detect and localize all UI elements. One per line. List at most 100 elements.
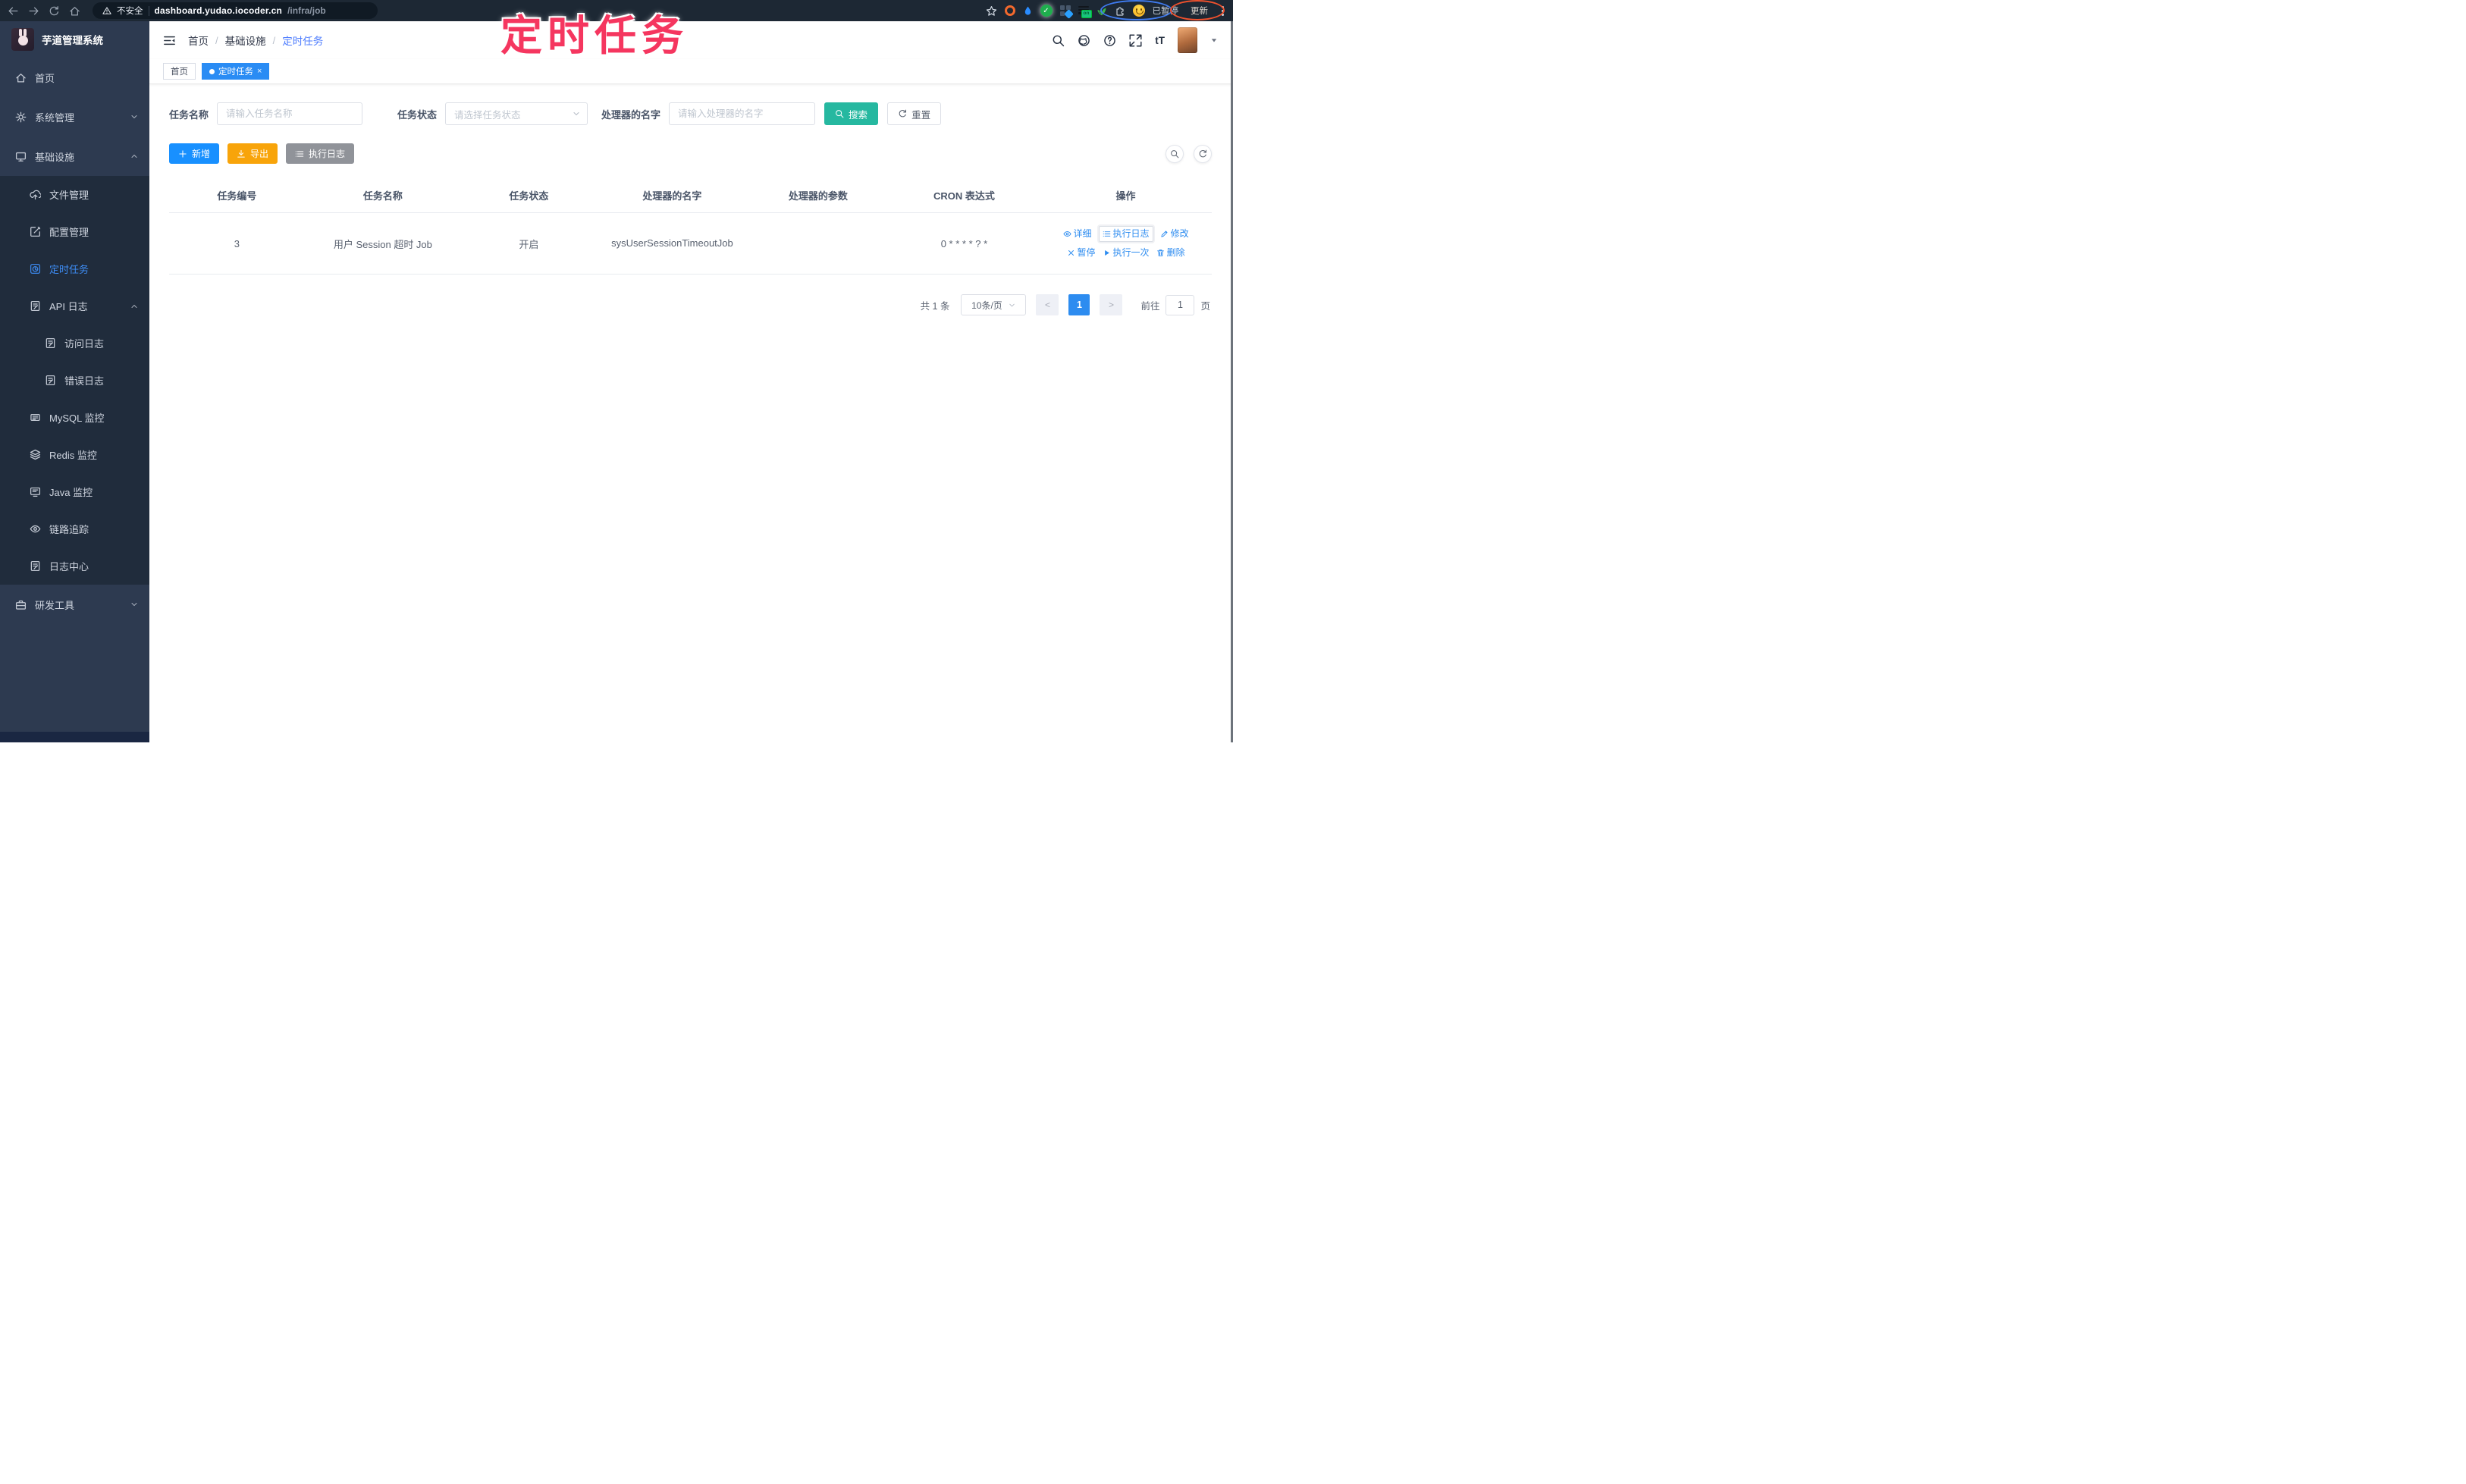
- chevron-up-icon: [130, 152, 139, 161]
- sidebar-item-error-log[interactable]: 错误日志: [0, 362, 149, 399]
- sidebar-item-api-log[interactable]: API 日志: [0, 287, 149, 325]
- reset-button[interactable]: 重置: [887, 102, 942, 125]
- goto-page-input[interactable]: [1166, 294, 1195, 315]
- sidebar-item-log-center[interactable]: 日志中心: [0, 547, 149, 585]
- sidebar-item-redis-monitor[interactable]: Redis 监控: [0, 436, 149, 473]
- extension-orange-icon[interactable]: [1004, 5, 1015, 16]
- extension-drop-icon[interactable]: [1023, 5, 1033, 16]
- paused-label: 已暂停: [1152, 7, 1179, 16]
- search-icon[interactable]: [1052, 34, 1065, 47]
- home-icon: [15, 72, 27, 83]
- user-avatar[interactable]: [1178, 27, 1197, 53]
- emoji-extension-icon[interactable]: [1132, 5, 1145, 17]
- job-status-select[interactable]: 请选择任务状态: [445, 102, 588, 125]
- cloud-upload-icon: [30, 189, 41, 200]
- browser-forward-icon[interactable]: [28, 5, 39, 17]
- add-button[interactable]: 新增: [169, 143, 220, 164]
- refresh-icon: [898, 109, 907, 118]
- table-toolbar-right: [1166, 144, 1212, 163]
- sidebar-item-file-mgmt[interactable]: 文件管理: [0, 176, 149, 213]
- address-bar[interactable]: 不安全 dashboard.yudao.iocoder.cn/infra/job: [93, 2, 378, 19]
- browser-home-icon[interactable]: [69, 5, 80, 17]
- browser-menu-icon[interactable]: [1222, 5, 1224, 16]
- sidebar-collapse-icon[interactable]: [163, 34, 176, 47]
- sidebar-item-label: 链路追踪: [49, 524, 89, 535]
- sidebar-item-access-log[interactable]: 访问日志: [0, 325, 149, 362]
- table-header-row: 任务编号 任务名称 任务状态 处理器的名字 处理器的参数 CRON 表达式 操作: [169, 179, 1212, 213]
- url-host: dashboard.yudao.iocoder.cn: [154, 5, 283, 16]
- app-logo[interactable]: 芋道管理系统: [0, 21, 149, 58]
- browser-update-button[interactable]: 更新: [1191, 5, 1208, 17]
- document-pencil-icon: [30, 560, 41, 572]
- col-job-name: 任务名称: [362, 190, 403, 202]
- run-once-link[interactable]: 执行一次: [1103, 243, 1150, 262]
- browser-back-icon[interactable]: [8, 5, 19, 17]
- page-number-current[interactable]: 1: [1068, 294, 1090, 315]
- close-icon[interactable]: ×: [257, 67, 262, 76]
- eye-icon: [1063, 230, 1071, 238]
- search-button[interactable]: 搜索: [824, 102, 879, 125]
- search-form: 任务名称 任务状态 请选择任务状态 处理器的名字 搜索 重置: [169, 102, 1212, 125]
- sidebar-item-java-monitor[interactable]: Java 监控: [0, 473, 149, 510]
- col-job-id: 任务编号: [217, 190, 257, 202]
- extension-on-badge-icon[interactable]: on: [1078, 5, 1092, 18]
- delete-link[interactable]: 删除: [1156, 243, 1185, 262]
- sidebar-item-dev-tools[interactable]: 研发工具: [0, 585, 149, 624]
- extension-green-check-icon[interactable]: ✓: [1040, 5, 1053, 17]
- breadcrumb-current: 定时任务: [282, 36, 324, 47]
- sidebar-item-system-mgmt[interactable]: 系统管理: [0, 97, 149, 136]
- gear-icon: [15, 111, 27, 123]
- extension-plant-icon[interactable]: [1097, 5, 1107, 16]
- browser-reload-icon[interactable]: [49, 5, 60, 17]
- breadcrumb-home[interactable]: 首页: [188, 33, 209, 48]
- goto-label: 前往: [1140, 300, 1160, 312]
- github-icon[interactable]: [1078, 34, 1090, 47]
- handler-name-input[interactable]: [669, 102, 816, 125]
- tab-label: 首页: [171, 67, 188, 77]
- pencil-icon: [1160, 230, 1169, 238]
- col-handler-param: 处理器的参数: [788, 190, 848, 202]
- sidebar-item-home[interactable]: 首页: [0, 58, 149, 97]
- edit-square-icon: [30, 226, 41, 237]
- reset-button-label: 重置: [911, 109, 931, 121]
- exec-log-button-label: 执行日志: [309, 149, 346, 159]
- tab-scheduled-jobs[interactable]: 定时任务 ×: [202, 63, 270, 80]
- chevron-down-icon: [572, 109, 581, 118]
- export-button[interactable]: 导出: [227, 143, 278, 164]
- monitor-icon: [15, 151, 27, 162]
- edit-link[interactable]: 修改: [1160, 224, 1189, 243]
- tab-label: 定时任务: [218, 67, 253, 77]
- cell-actions: 详细 执行日志 修改 暂停 执行一次 删除: [1040, 212, 1212, 275]
- not-secure-warning-icon: [102, 6, 111, 15]
- sidebar-item-scheduled-jobs[interactable]: 定时任务: [0, 250, 149, 287]
- caret-down-icon[interactable]: [1210, 36, 1218, 44]
- prev-page-button[interactable]: <: [1036, 294, 1059, 315]
- page-size-select[interactable]: 10条/页: [961, 294, 1027, 315]
- fullscreen-icon[interactable]: [1129, 34, 1142, 47]
- browser-scrollbar[interactable]: [1231, 21, 1233, 742]
- screen-icon: [30, 486, 41, 497]
- tab-home[interactable]: 首页: [163, 63, 196, 80]
- job-name-input[interactable]: [217, 102, 363, 125]
- refresh-table-button[interactable]: [1194, 144, 1212, 163]
- layers-icon: [30, 449, 41, 460]
- chevron-down-icon: [1008, 301, 1016, 309]
- detail-link[interactable]: 详细: [1063, 224, 1092, 243]
- extensions-puzzle-icon[interactable]: [1115, 5, 1125, 16]
- next-page-button[interactable]: >: [1100, 294, 1123, 315]
- bookmark-star-icon[interactable]: [986, 5, 997, 17]
- extension-grid-icon[interactable]: [1059, 5, 1074, 19]
- pause-link[interactable]: 暂停: [1067, 243, 1096, 262]
- breadcrumb-infrastructure[interactable]: 基础设施: [225, 33, 266, 48]
- sidebar-item-config-mgmt[interactable]: 配置管理: [0, 213, 149, 250]
- detail-link-label: 详细: [1073, 228, 1092, 239]
- exec-log-link[interactable]: 执行日志: [1098, 226, 1153, 242]
- sidebar-item-trace[interactable]: 链路追踪: [0, 510, 149, 547]
- toggle-search-button[interactable]: [1166, 144, 1184, 163]
- sidebar-item-infrastructure[interactable]: 基础设施: [0, 136, 149, 176]
- sidebar-item-mysql-monitor[interactable]: MySQL 监控: [0, 399, 149, 436]
- font-size-icon[interactable]: tT: [1155, 35, 1165, 46]
- help-question-icon[interactable]: [1103, 34, 1116, 47]
- exec-log-button[interactable]: 执行日志: [286, 143, 355, 164]
- sidebar-submenu-infrastructure: 文件管理 配置管理 定时任务 API 日志 访问日志 错误日志 MySQL 监控…: [0, 176, 149, 585]
